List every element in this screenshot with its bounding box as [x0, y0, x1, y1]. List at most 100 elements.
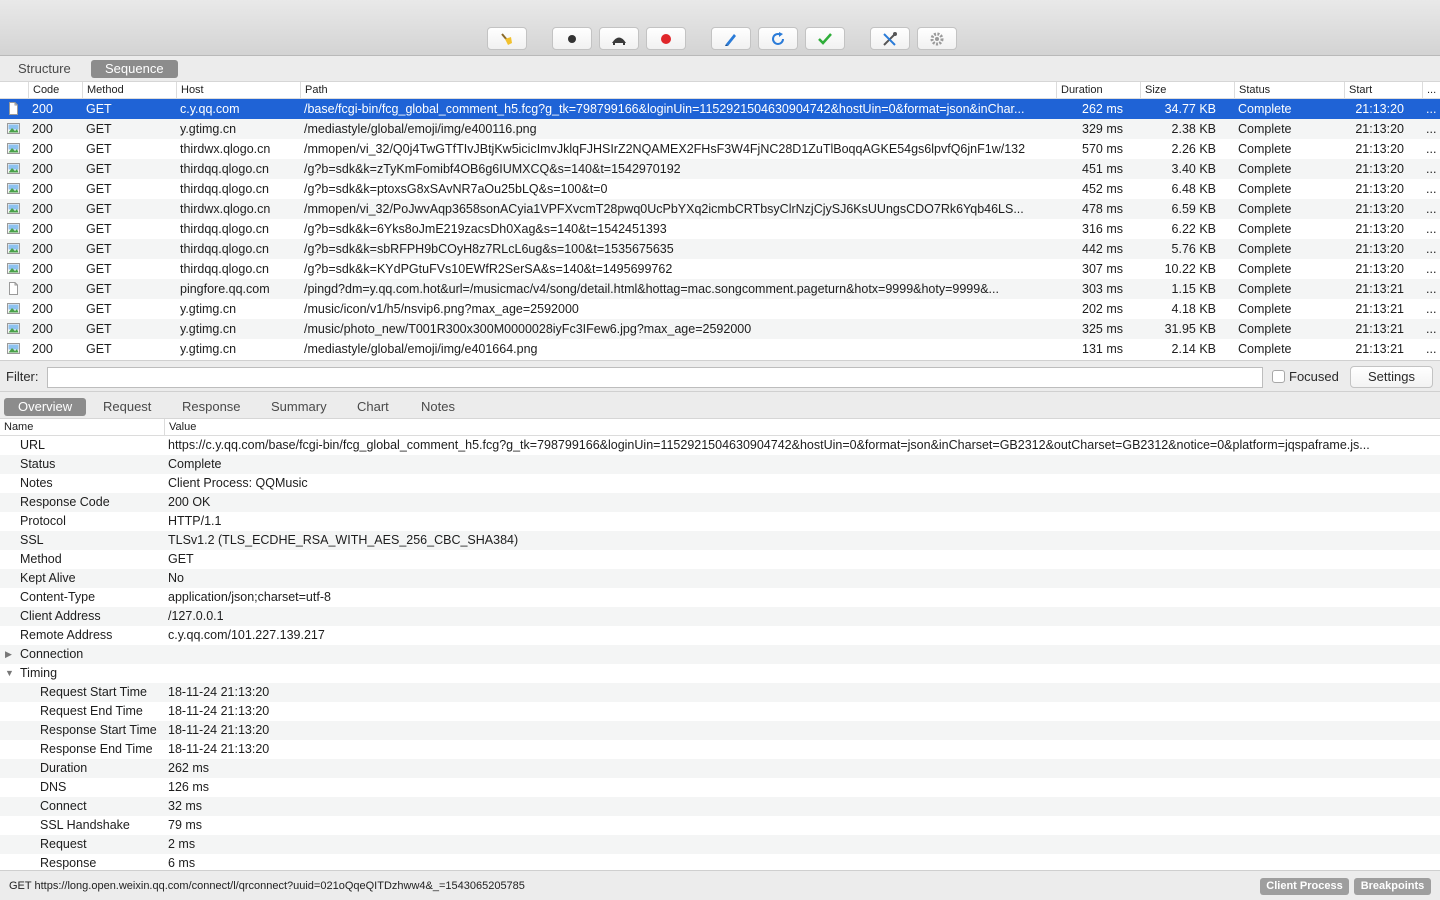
cell-method: GET: [86, 182, 112, 196]
column-header-path[interactable]: Path: [300, 82, 1056, 99]
tab-sequence[interactable]: Sequence: [91, 60, 178, 78]
tools-button[interactable]: [870, 27, 910, 50]
cell-status: Complete: [1238, 182, 1292, 196]
cell-code: 200: [32, 142, 53, 156]
cell-duration: 316 ms: [1082, 222, 1123, 236]
column-header-duration[interactable]: Duration: [1056, 82, 1140, 99]
overview-row-notes[interactable]: Notes Client Process: QQMusic: [0, 474, 1440, 493]
overview-row-content-type[interactable]: Content-Type application/json;charset=utf…: [0, 588, 1440, 607]
image-icon: [7, 143, 20, 154]
request-row[interactable]: 200 GET y.gtimg.cn/music/icon/v1/h5/nsvip6…: [0, 299, 1440, 319]
settings-button[interactable]: [917, 27, 957, 50]
request-row[interactable]: 200 GET thirdwx.qlogo.cn/mmopen/vi_32/PoJw…: [0, 199, 1440, 219]
column-header-code[interactable]: Code: [28, 82, 82, 99]
cell-host: pingfore.qq.com: [180, 282, 270, 296]
cell-start: 21:13:20: [1355, 202, 1404, 216]
cell-method: GET: [86, 242, 112, 256]
overview-row-ssl[interactable]: SSL TLSv1.2 (TLS_ECDHE_RSA_WITH_AES_256_C…: [0, 531, 1440, 550]
settings-icon: [930, 32, 944, 45]
request-row[interactable]: 200 GET pingfore.qq.com/pingd?dm=y.qq.com.…: [0, 279, 1440, 299]
request-row[interactable]: 200 GET y.gtimg.cn/music/photo_new/T001R30…: [0, 319, 1440, 339]
overview-row-protocol[interactable]: Protocol HTTP/1.1: [0, 512, 1440, 531]
request-row[interactable]: 200 GET y.gtimg.cn/mediastyle/global/emoji…: [0, 339, 1440, 359]
request-row[interactable]: 200 GET y.gtimg.cn/mediastyle/global/emoji…: [0, 119, 1440, 139]
disclosure-collapsed-icon[interactable]: ▶: [5, 645, 12, 664]
overview-row-url[interactable]: URL https://c.y.qq.com/base/fcgi-bin/fcg_…: [0, 436, 1440, 455]
overview-row-remote-address[interactable]: Remote Address c.y.qq.com/101.227.139.217: [0, 626, 1440, 645]
cell-start: 21:13:21: [1355, 322, 1404, 336]
cell-code: 200: [32, 182, 53, 196]
overview-row-response[interactable]: Response 6 ms: [0, 854, 1440, 870]
overview-row-request-start-time[interactable]: Request Start Time 18-11-24 21:13:20: [0, 683, 1440, 702]
disclosure-expanded-icon[interactable]: ▼: [5, 664, 14, 683]
cell-duration: 202 ms: [1082, 302, 1123, 316]
overview-row-dns[interactable]: DNS 126 ms: [0, 778, 1440, 797]
overview-row-connect[interactable]: Connect 32 ms: [0, 797, 1440, 816]
cell-size: 31.95 KB: [1164, 322, 1216, 336]
status-text: GET https://long.open.weixin.qq.com/conn…: [9, 880, 525, 892]
tab-response[interactable]: Response: [168, 398, 255, 416]
overview-row-timing[interactable]: ▼ Timing: [0, 664, 1440, 683]
overview-row-request-end-time[interactable]: Request End Time 18-11-24 21:13:20: [0, 702, 1440, 721]
overview-row-request[interactable]: Request 2 ms: [0, 835, 1440, 854]
tab-overview[interactable]: Overview: [4, 398, 87, 416]
broom-button[interactable]: [487, 27, 527, 50]
record-button[interactable]: [552, 27, 592, 50]
tab-notes[interactable]: Notes: [407, 398, 469, 416]
validate-button[interactable]: [805, 27, 845, 50]
overview-row-response-start-time[interactable]: Response Start Time 18-11-24 21:13:20: [0, 721, 1440, 740]
compose-button[interactable]: [711, 27, 751, 50]
column-header-name[interactable]: Name: [0, 419, 164, 436]
overview-value: TLSv1.2 (TLS_ECDHE_RSA_WITH_AES_256_CBC_…: [168, 533, 519, 547]
overview-name: Duration: [40, 761, 88, 775]
throttle-button[interactable]: [599, 27, 639, 50]
client-process-button[interactable]: Client Process: [1260, 878, 1349, 895]
settings-button[interactable]: Settings: [1350, 366, 1433, 388]
cell-start: 21:13:21: [1355, 282, 1404, 296]
overview-row-connection[interactable]: ▶ Connection: [0, 645, 1440, 664]
overview-row-response-end-time[interactable]: Response End Time 18-11-24 21:13:20: [0, 740, 1440, 759]
column-header-method[interactable]: Method: [82, 82, 176, 99]
overview-row-method[interactable]: Method GET: [0, 550, 1440, 569]
validate-icon: [818, 32, 832, 45]
request-row[interactable]: 200 GET thirdqq.qlogo.cn/g?b=sdk&k=KYdPGtu…: [0, 259, 1440, 279]
breakpoint-button[interactable]: [646, 27, 686, 50]
focused-label[interactable]: Focused: [1289, 369, 1339, 384]
column-header-more[interactable]: ...: [1422, 82, 1440, 99]
request-row[interactable]: 200 GET thirdwx.qlogo.cn/mmopen/vi_32/Q0j4…: [0, 139, 1440, 159]
request-row[interactable]: 200 GET thirdqq.qlogo.cn/g?b=sdk&k=zTyKmFo…: [0, 159, 1440, 179]
request-row[interactable]: 200 GET c.y.qq.com/base/fcgi-bin/fcg_globa…: [0, 99, 1440, 119]
tab-structure[interactable]: Structure: [4, 60, 85, 78]
overview-name: Remote Address: [20, 628, 113, 642]
cell-path: /g?b=sdk&k=sbRFPH9bCOyH8z7RLcL6ug&s=100&…: [304, 242, 674, 256]
overview-row-ssl-handshake[interactable]: SSL Handshake 79 ms: [0, 816, 1440, 835]
breakpoints-button[interactable]: Breakpoints: [1354, 878, 1431, 895]
overview-row-response-code[interactable]: Response Code 200 OK: [0, 493, 1440, 512]
column-header-size[interactable]: Size: [1140, 82, 1234, 99]
overview-name: DNS: [40, 780, 67, 794]
request-row[interactable]: 200 GET thirdqq.qlogo.cn/g?b=sdk&k=6Yks8oJ…: [0, 219, 1440, 239]
cell-status: Complete: [1238, 282, 1292, 296]
tab-summary[interactable]: Summary: [257, 398, 341, 416]
tab-chart[interactable]: Chart: [343, 398, 403, 416]
cell-host: thirdqq.qlogo.cn: [180, 182, 269, 196]
filter-input[interactable]: [47, 367, 1263, 388]
cell-method: GET: [86, 202, 112, 216]
column-header-status[interactable]: Status: [1234, 82, 1344, 99]
overview-row-kept-alive[interactable]: Kept Alive No: [0, 569, 1440, 588]
request-row[interactable]: 200 GET thirdqq.qlogo.cn/g?b=sdk&k=ptoxsG8…: [0, 179, 1440, 199]
overview-row-client-address[interactable]: Client Address/127.0.0.1: [0, 607, 1440, 626]
focused-checkbox[interactable]: [1272, 370, 1285, 383]
column-header-value[interactable]: Value: [164, 419, 1440, 436]
cell-duration: 570 ms: [1082, 142, 1123, 156]
cell-host: thirdqq.qlogo.cn: [180, 262, 269, 276]
repeat-button[interactable]: [758, 27, 798, 50]
overview-row-duration[interactable]: Duration 262 ms: [0, 759, 1440, 778]
cell-duration: 478 ms: [1082, 202, 1123, 216]
request-row[interactable]: 200 GET thirdqq.qlogo.cn/g?b=sdk&k=sbRFPH9…: [0, 239, 1440, 259]
overview-row-status[interactable]: Status Complete: [0, 455, 1440, 474]
column-header-host[interactable]: Host: [176, 82, 300, 99]
cell-path: /mmopen/vi_32/PoJwvAqp3658sonACyia1VPFXv…: [304, 202, 1024, 216]
tab-request[interactable]: Request: [89, 398, 165, 416]
column-header-start[interactable]: Start: [1344, 82, 1422, 99]
